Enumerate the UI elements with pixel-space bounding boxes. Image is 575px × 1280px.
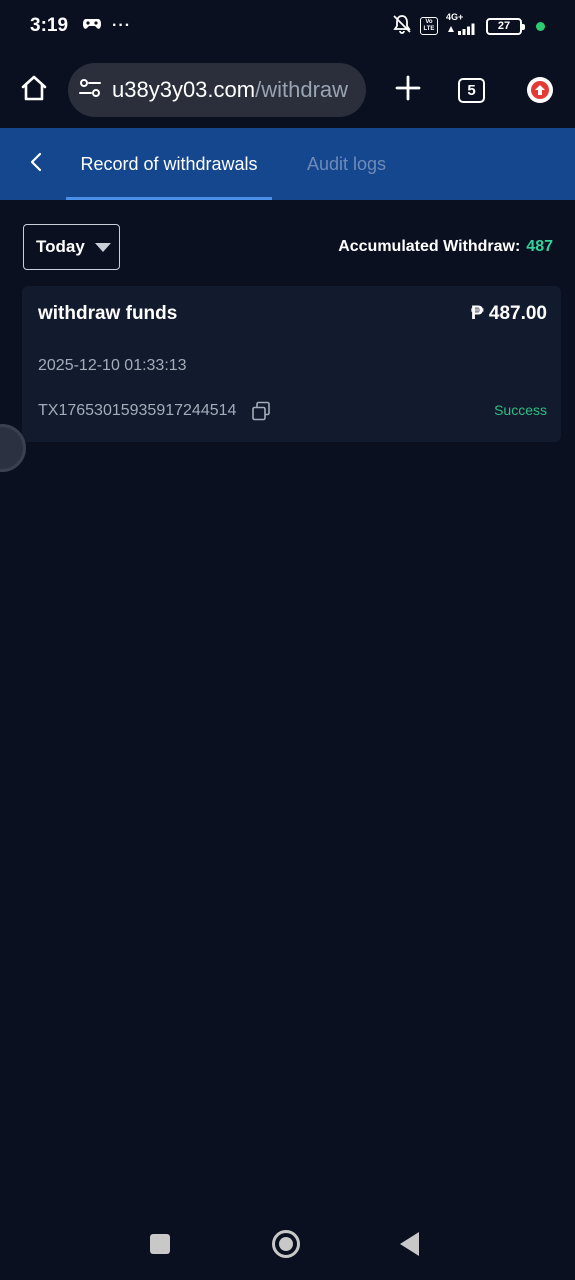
signal-strength-icon bbox=[446, 22, 478, 40]
record-transaction-id: TX17653015935917244514 bbox=[38, 400, 272, 422]
accumulated-withdraw-value: 487 bbox=[526, 238, 553, 255]
record-txid-text: TX17653015935917244514 bbox=[38, 402, 237, 419]
accumulated-withdraw: Accumulated Withdraw: 487 bbox=[338, 224, 553, 270]
url-text[interactable]: u38y3y03.com/withdraw bbox=[112, 77, 348, 103]
records-tab-header: Record of withdrawals Audit logs bbox=[0, 128, 575, 200]
plus-icon bbox=[395, 75, 421, 106]
site-settings-icon[interactable] bbox=[78, 76, 102, 105]
battery-indicator: 27 bbox=[486, 17, 525, 35]
withdrawal-record-card: withdraw funds ₱ 487.00 2025-12-10 01:33… bbox=[22, 286, 561, 442]
system-navigation-bar bbox=[0, 1210, 575, 1280]
update-button[interactable] bbox=[527, 77, 553, 103]
record-title: withdraw funds bbox=[38, 303, 178, 324]
tab-switcher-button[interactable]: 5 bbox=[458, 77, 485, 103]
status-right-icons: Vo LTE 4G+ 27 bbox=[392, 11, 545, 40]
filter-row: Today Accumulated Withdraw: 487 bbox=[23, 224, 553, 270]
home-nav-icon[interactable] bbox=[272, 1230, 300, 1258]
address-bar[interactable]: u38y3y03.com/withdraw bbox=[68, 63, 366, 117]
home-button[interactable] bbox=[14, 70, 54, 110]
copy-icon[interactable] bbox=[250, 400, 272, 422]
accumulated-withdraw-label: Accumulated Withdraw: bbox=[338, 238, 521, 255]
browser-toolbar: u38y3y03.com/withdraw 5 bbox=[0, 52, 575, 128]
more-notifications-icon: ··· bbox=[112, 17, 132, 34]
home-nav-inner bbox=[279, 1237, 293, 1251]
url-host: u38y3y03.com bbox=[112, 77, 256, 102]
chevron-left-icon bbox=[29, 152, 43, 177]
new-tab-button[interactable] bbox=[388, 70, 428, 110]
status-time: 3:19 bbox=[30, 15, 69, 36]
back-nav-icon[interactable] bbox=[400, 1232, 419, 1256]
signal-group: 4G+ bbox=[446, 11, 478, 40]
record-amount: ₱ 487.00 bbox=[470, 303, 547, 324]
tab-record-of-withdrawals[interactable]: Record of withdrawals bbox=[66, 128, 272, 200]
record-datetime: 2025-12-10 01:33:13 bbox=[38, 357, 187, 374]
volte-badge: Vo LTE bbox=[420, 17, 438, 35]
home-icon bbox=[19, 73, 49, 108]
recent-apps-icon[interactable] bbox=[150, 1234, 170, 1254]
status-badge: Success bbox=[494, 402, 547, 418]
status-bar: 3:19 ··· Vo LTE 4G+ 27 bbox=[0, 0, 575, 52]
update-arrow-icon bbox=[531, 81, 549, 99]
period-select[interactable]: Today bbox=[23, 224, 120, 270]
period-select-value: Today bbox=[36, 237, 85, 256]
privacy-indicator-dot bbox=[536, 21, 545, 31]
back-button[interactable] bbox=[22, 150, 50, 178]
tab-audit-logs[interactable]: Audit logs bbox=[307, 128, 386, 200]
network-type-label: 4G+ bbox=[446, 11, 464, 22]
game-controller-icon bbox=[82, 16, 102, 37]
url-path: /withdraw bbox=[255, 77, 349, 102]
status-left-icons: ··· bbox=[82, 16, 131, 37]
notifications-off-icon bbox=[392, 14, 412, 39]
caret-down-icon bbox=[94, 242, 111, 252]
